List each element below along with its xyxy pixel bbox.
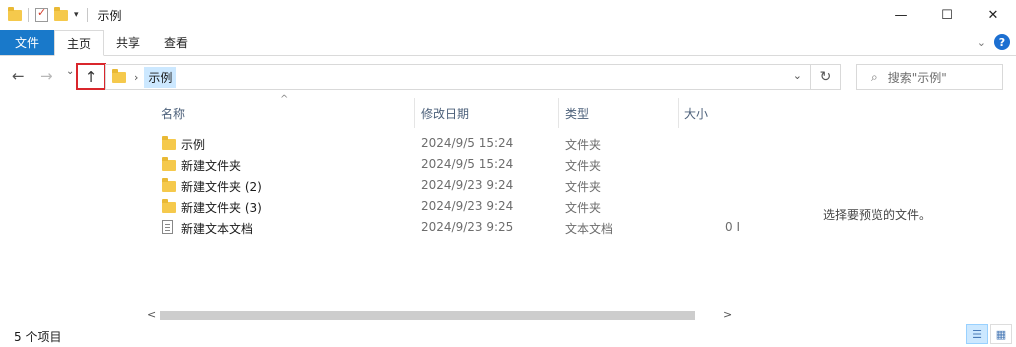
help-icon[interactable]: ?	[994, 34, 1010, 50]
details-view-button[interactable]: ☰	[966, 324, 988, 344]
folder-icon	[162, 199, 176, 213]
file-type: 文件夹	[565, 138, 602, 152]
column-divider[interactable]	[414, 98, 415, 128]
back-arrow-icon[interactable]: ←	[12, 67, 25, 85]
list-item[interactable]: 示例 2024/9/5 15:24 文件夹	[143, 133, 740, 154]
close-button[interactable]: ✕	[970, 0, 1016, 30]
folder-icon	[162, 157, 176, 171]
list-item[interactable]: 新建文件夹 (3) 2024/9/23 9:24 文件夹	[143, 196, 740, 217]
text-document-icon	[162, 220, 173, 234]
up-button[interactable]: ↑	[76, 63, 106, 90]
column-divider[interactable]	[678, 98, 679, 128]
new-folder-icon[interactable]	[54, 6, 68, 21]
details-view-icon: ☰	[972, 327, 982, 341]
tiles-view-icon: ▦	[995, 327, 1007, 341]
file-type: 文件夹	[565, 159, 602, 173]
ribbon-tabs: 文件 主页 共享 查看 ⌄ ?	[0, 30, 1016, 56]
file-date: 2024/9/23 9:25	[421, 220, 514, 234]
file-name: 新建文件夹 (3)	[181, 201, 262, 215]
tab-view[interactable]: 查看	[152, 30, 200, 55]
tab-file[interactable]: 文件	[0, 30, 54, 55]
column-header-size[interactable]: 大小	[684, 98, 708, 128]
chevron-down-icon[interactable]: ⌄	[793, 69, 802, 82]
folder-icon	[162, 178, 176, 192]
collapse-ribbon-icon[interactable]: ⌄	[977, 36, 986, 49]
file-date: 2024/9/5 15:24	[421, 136, 514, 150]
maximize-button[interactable]: ☐	[924, 0, 970, 30]
list-item[interactable]: 新建文本文档 2024/9/23 9:25 文本文档 0 I	[143, 217, 740, 238]
list-item[interactable]: 新建文件夹 (2) 2024/9/23 9:24 文件夹	[143, 175, 740, 196]
quick-access-toolbar: ▾	[8, 6, 79, 22]
tab-home[interactable]: 主页	[54, 30, 105, 56]
file-date: 2024/9/5 15:24	[421, 157, 514, 171]
search-placeholder: 搜索"示例"	[887, 70, 947, 85]
status-item-count: 5 个项目	[14, 330, 62, 344]
file-type: 文件夹	[565, 180, 602, 194]
qat-dropdown-icon[interactable]: ▾	[74, 10, 79, 20]
column-header-type[interactable]: 类型	[565, 98, 589, 128]
search-icon: ⌕	[871, 69, 878, 84]
folder-icon	[112, 68, 126, 83]
tiles-view-button[interactable]: ▦	[990, 324, 1012, 344]
forward-arrow-icon[interactable]: →	[40, 67, 53, 85]
tab-share[interactable]: 共享	[104, 30, 152, 55]
breadcrumb[interactable]: 示例	[144, 66, 177, 88]
scroll-right-icon[interactable]: >	[723, 308, 732, 321]
refresh-button[interactable]: ↻	[811, 64, 841, 90]
properties-icon[interactable]	[35, 6, 48, 22]
title-bar: ▾ 示例 — ☐ ✕	[0, 0, 1016, 30]
up-arrow-icon: ↑	[84, 67, 98, 86]
list-item[interactable]: 新建文件夹 2024/9/5 15:24 文件夹	[143, 154, 740, 175]
folder-icon	[8, 6, 22, 21]
file-name: 新建文件夹 (2)	[181, 180, 262, 194]
file-type: 文本文档	[565, 222, 614, 236]
file-name: 新建文件夹	[181, 159, 242, 173]
horizontal-scrollbar[interactable]: < >	[143, 307, 740, 324]
divider	[86, 8, 88, 22]
file-name: 新建文本文档	[181, 222, 254, 236]
file-type: 文件夹	[565, 201, 602, 215]
column-header-name[interactable]: 名称	[161, 98, 411, 128]
column-divider[interactable]	[558, 98, 559, 128]
folder-icon	[162, 136, 176, 150]
minimize-button[interactable]: —	[878, 0, 924, 30]
file-date: 2024/9/23 9:24	[421, 178, 514, 192]
view-switcher: ☰ ▦	[966, 324, 1012, 344]
recent-locations-icon[interactable]: ⌄	[66, 66, 74, 77]
file-size: 0 I	[725, 220, 740, 234]
scrollbar-thumb[interactable]	[160, 311, 695, 320]
address-bar[interactable]: › 示例 ⌄	[105, 64, 811, 90]
file-date: 2024/9/23 9:24	[421, 199, 514, 213]
column-header-date[interactable]: 修改日期	[421, 98, 469, 128]
search-input[interactable]: ⌕ 搜索"示例"	[856, 64, 1003, 90]
file-name: 示例	[181, 138, 206, 152]
refresh-icon: ↻	[819, 69, 832, 85]
divider	[28, 8, 29, 22]
chevron-right-icon[interactable]: ›	[134, 71, 138, 84]
file-list: ^ 名称 修改日期 类型 大小 示例 2024/9/5 15:24 文件夹 新建…	[143, 94, 740, 326]
window-title: 示例	[97, 8, 122, 23]
preview-pane-message: 选择要预览的文件。	[823, 208, 932, 222]
navigation-bar: ← → ⌄ ↑ › 示例 ⌄ ↻ ⌕ 搜索"示例"	[0, 57, 1016, 97]
scroll-left-icon[interactable]: <	[147, 308, 156, 321]
